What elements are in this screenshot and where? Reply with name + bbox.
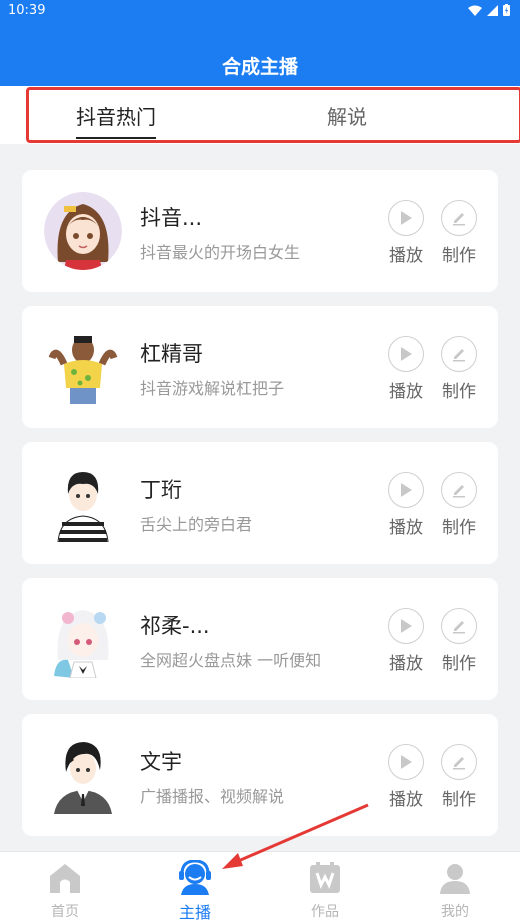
play-button[interactable]: 播放 — [388, 200, 424, 266]
app-header: 10:39 合成主播 — [0, 0, 520, 86]
wifi-icon — [468, 5, 482, 16]
nav-anchor[interactable]: 主播 — [130, 852, 260, 924]
play-icon — [401, 211, 412, 225]
anchor-desc: 舌尖上的旁白君 — [140, 515, 253, 534]
page-title: 合成主播 — [221, 56, 298, 78]
muscle-man-avatar — [44, 328, 122, 406]
battery-icon — [503, 4, 510, 16]
anchor-name: 文宇 — [140, 750, 182, 774]
tab-indicator — [76, 137, 156, 139]
play-icon — [401, 483, 412, 497]
play-icon — [401, 347, 412, 361]
anchor-desc: 广播播报、视频解说 — [140, 787, 285, 806]
nav-home[interactable]: 首页 — [0, 852, 130, 924]
pencil-icon — [453, 485, 465, 498]
bottom-nav: 首页 主播 作品 我的 — [0, 851, 520, 924]
play-button[interactable]: 播放 — [388, 472, 424, 538]
anchor-desc: 全网超火盘点妹 一听便知 — [140, 651, 322, 670]
pencil-icon — [453, 213, 465, 226]
make-button[interactable]: 制作 — [441, 200, 477, 266]
anchor-card[interactable]: 文宇 广播播报、视频解说 播放 制作 — [22, 714, 498, 836]
suit-man-avatar — [44, 736, 122, 814]
make-button[interactable]: 制作 — [441, 336, 477, 402]
anchor-card[interactable]: 丁珩 舌尖上的旁白君 播放 制作 — [22, 442, 498, 564]
signal-icon — [487, 4, 498, 16]
anchor-name: 抖音... — [140, 206, 203, 230]
anchor-name: 丁珩 — [140, 478, 182, 502]
anchor-card[interactable]: 杠精哥 抖音游戏解说杠把子 播放 制作 — [22, 306, 498, 428]
tab-commentary[interactable]: 解说 — [327, 101, 367, 130]
play-button[interactable]: 播放 — [388, 336, 424, 402]
anchor-card[interactable]: 祁柔-... 全网超火盘点妹 一听便知 播放 制作 — [22, 578, 498, 700]
pencil-icon — [453, 621, 465, 634]
anchor-card[interactable]: 抖音... 抖音最火的开场白女生 播放 制作 — [22, 170, 498, 292]
anchor-name: 祁柔-... — [140, 614, 210, 638]
pencil-icon — [453, 757, 465, 770]
play-button[interactable]: 播放 — [388, 744, 424, 810]
home-icon — [50, 864, 80, 893]
person-icon — [440, 864, 470, 894]
white-hair-girl-avatar — [44, 600, 122, 678]
play-icon — [401, 619, 412, 633]
play-icon — [401, 755, 412, 769]
make-button[interactable]: 制作 — [441, 608, 477, 674]
nav-mine[interactable]: 我的 — [390, 852, 520, 924]
works-box-icon — [310, 862, 340, 893]
status-icons — [468, 4, 510, 16]
boy-avatar — [44, 464, 122, 542]
girl-avatar — [44, 192, 122, 270]
pencil-icon — [453, 349, 465, 362]
tab-douyin-hot[interactable]: 抖音热门 — [76, 101, 156, 130]
nav-works[interactable]: 作品 — [260, 852, 390, 924]
headset-person-icon — [179, 860, 211, 895]
anchor-name: 杠精哥 — [140, 342, 203, 366]
anchor-desc: 抖音最火的开场白女生 — [140, 243, 301, 262]
make-button[interactable]: 制作 — [441, 472, 477, 538]
status-time: 10:39 — [8, 3, 46, 18]
make-button[interactable]: 制作 — [441, 744, 477, 810]
anchor-desc: 抖音游戏解说杠把子 — [140, 379, 285, 398]
play-button[interactable]: 播放 — [388, 608, 424, 674]
